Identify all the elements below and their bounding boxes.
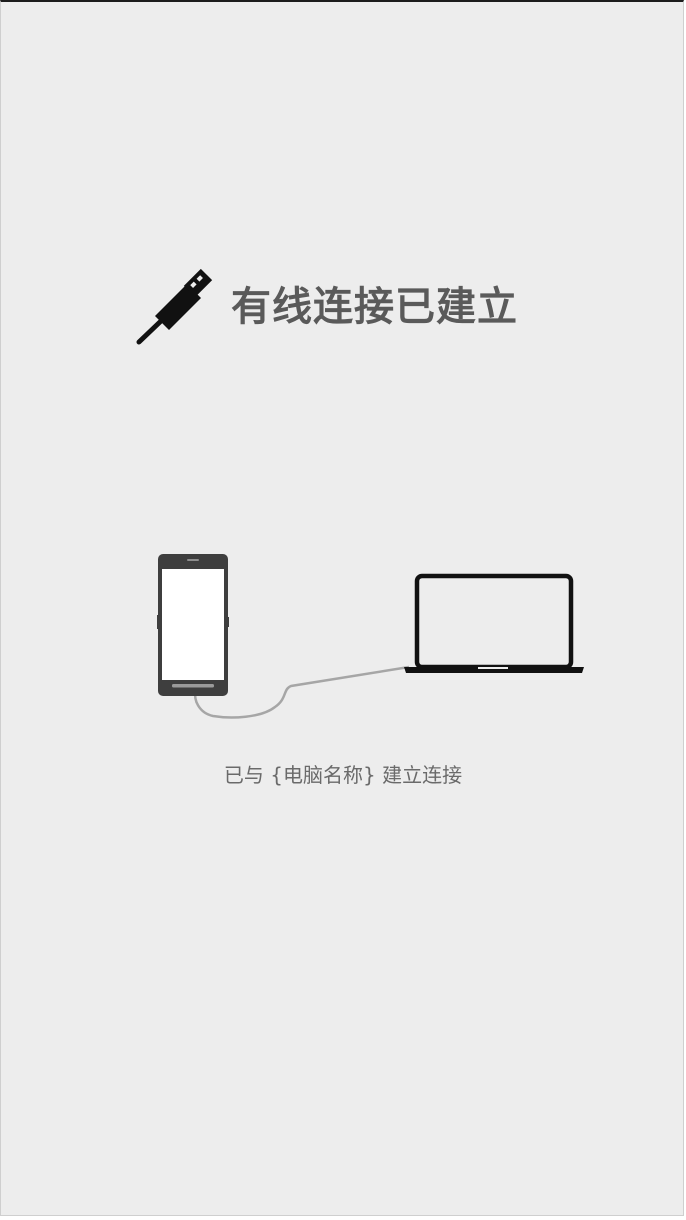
laptop-icon: [404, 573, 584, 673]
connection-screen: 有线连接已建立 已与 {电脑名称} 建立连接: [0, 0, 684, 1216]
phone-icon: [157, 554, 229, 696]
usb-plug-icon: [136, 268, 213, 345]
connection-status-text: 已与 {电脑名称} 建立连接: [223, 763, 463, 787]
connection-header: 有线连接已建立: [135, 264, 555, 348]
wired-connection-illustration: [157, 554, 584, 719]
page-title: 有线连接已建立: [231, 284, 518, 330]
